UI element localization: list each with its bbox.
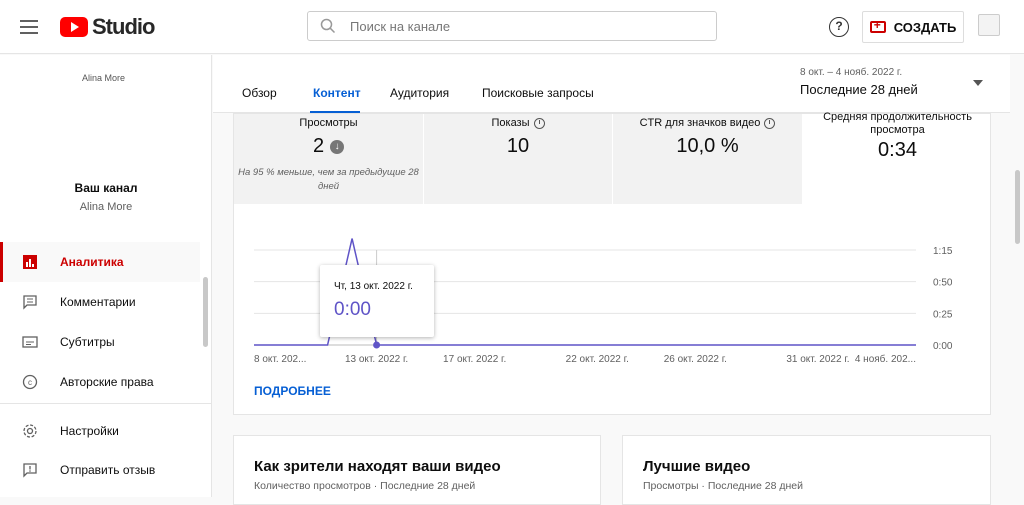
period-range[interactable]: 8 окт. – 4 нояб. 2022 г.: [800, 67, 902, 78]
metric-value: 10,0 %: [676, 135, 738, 158]
analytics-tabs: Обзор Контент Аудитория Поисковые запрос…: [213, 55, 1010, 113]
top-videos-card: Лучшие видео Просмотры · Последние 28 дн…: [622, 435, 991, 505]
metric-title: Средняя продолжительность просмотра: [817, 111, 978, 137]
studio-logo[interactable]: Studio: [60, 13, 154, 41]
sidebar-item-settings[interactable]: Настройки: [0, 411, 200, 451]
gear-icon: [21, 422, 39, 440]
help-icon[interactable]: ?: [829, 17, 849, 37]
chart-x-tick-label: 17 окт. 2022 г.: [443, 354, 506, 365]
tab-overview[interactable]: Обзор: [242, 86, 277, 100]
metric-avg-view-duration[interactable]: Средняя продолжительность просмотра 0:34: [803, 108, 992, 198]
tooltip-date: Чт, 13 окт. 2022 г.: [334, 281, 413, 292]
chart-y-tick-label: 0:00: [933, 341, 953, 352]
card-title: Как зрители находят ваши видео: [254, 458, 501, 475]
sidebar-item-subtitles[interactable]: Субтитры: [0, 322, 200, 362]
create-video-icon: [870, 21, 886, 33]
analytics-icon: [21, 253, 39, 271]
sidebar: Alina More Ваш канал Alina More Аналитик…: [0, 55, 212, 497]
copyright-icon: c: [21, 373, 39, 391]
comments-icon: [21, 293, 39, 311]
metric-title: CTR для значков видео: [640, 117, 761, 129]
metric-views[interactable]: Просмотры 2 ↓ На 95 % меньше, чем за пред…: [234, 114, 423, 204]
chart-y-tick-label: 0:25: [933, 309, 953, 320]
chart-point: [373, 342, 380, 349]
youtube-play-icon: [60, 17, 88, 37]
create-button-label: СОЗДАТЬ: [894, 20, 957, 35]
main-scrollbar[interactable]: [1015, 170, 1020, 244]
subtitles-icon: [21, 333, 39, 351]
chevron-down-icon[interactable]: [973, 80, 983, 86]
metric-value: 10: [507, 135, 529, 158]
sidebar-item-analytics[interactable]: Аналитика: [0, 242, 200, 282]
card-subtitle: Просмотры · Последние 28 дней: [643, 480, 803, 492]
search-box[interactable]: [307, 11, 717, 41]
sidebar-item-label: Настройки: [60, 424, 119, 438]
create-button[interactable]: СОЗДАТЬ: [862, 11, 964, 43]
sidebar-divider: [0, 403, 211, 404]
chart-x-tick-label: 4 нояб. 202...: [855, 353, 916, 365]
top-bar: Studio ? СОЗДАТЬ: [0, 0, 1024, 54]
tooltip-value: 0:00: [334, 299, 371, 321]
feedback-icon: [21, 461, 39, 479]
card-title: Лучшие видео: [643, 458, 750, 475]
sidebar-item-label: Авторские права: [60, 375, 154, 389]
avatar[interactable]: [978, 14, 1000, 36]
card-subtitle: Количество просмотров · Последние 28 дне…: [254, 480, 475, 492]
sidebar-scrollbar[interactable]: [203, 277, 208, 347]
metric-value: 0:34: [878, 139, 917, 162]
period-label[interactable]: Последние 28 дней: [800, 82, 918, 97]
channel-name: Alina More: [0, 201, 212, 213]
sidebar-item-label: Аналитика: [60, 255, 124, 269]
chart-y-tick-label: 0:50: [933, 278, 953, 289]
metric-ctr[interactable]: CTR для значков видео 10,0 %: [613, 114, 802, 204]
chart-tooltip: Чт, 13 окт. 2022 г. 0:00: [320, 265, 434, 337]
chart-x-tick-label: 26 окт. 2022 г.: [664, 354, 727, 365]
tab-audience[interactable]: Аудитория: [390, 86, 449, 100]
search-input[interactable]: [350, 19, 680, 34]
clock-icon: [764, 118, 775, 129]
chart-x-tick-label: 13 окт. 2022 г.: [345, 354, 408, 365]
content-overview-card: Просмотры 2 ↓ На 95 % меньше, чем за пред…: [233, 113, 991, 415]
clock-icon: [534, 118, 545, 129]
svg-text:c: c: [28, 378, 32, 387]
metric-value: 2: [313, 135, 324, 158]
chart-x-tick-label: 22 окт. 2022 г.: [566, 354, 629, 365]
arrow-down-icon: ↓: [330, 140, 344, 154]
chart-x-tick-label: 31 окт. 2022 г.: [786, 354, 849, 365]
logo-text: Studio: [92, 14, 154, 40]
menu-icon[interactable]: [18, 16, 40, 38]
metric-note: На 95 % меньше, чем за предыдущие 28 дне…: [234, 166, 423, 194]
tab-content[interactable]: Контент: [313, 86, 361, 100]
metric-impressions[interactable]: Показы 10: [424, 114, 612, 204]
sidebar-item-label: Субтитры: [60, 335, 115, 349]
sidebar-item-copyright[interactable]: c Авторские права: [0, 362, 200, 402]
chart-x-tick-label: 8 окт. 202...: [254, 354, 306, 365]
sidebar-item-label: Комментарии: [60, 295, 136, 309]
metric-title: Показы: [491, 117, 529, 129]
sidebar-item-label: Отправить отзыв: [60, 463, 155, 477]
sidebar-item-comments[interactable]: Комментарии: [0, 282, 200, 322]
channel-avatar[interactable]: Alina More: [82, 73, 125, 83]
traffic-sources-card: Как зрители находят ваши видео Количеств…: [233, 435, 601, 505]
tab-search-queries[interactable]: Поисковые запросы: [482, 86, 594, 100]
sidebar-item-feedback[interactable]: Отправить отзыв: [0, 450, 200, 490]
metric-title: Просмотры: [299, 117, 357, 129]
channel-title: Ваш канал: [0, 181, 212, 195]
more-details-link[interactable]: ПОДРОБНЕЕ: [254, 384, 331, 398]
search-icon: [320, 18, 336, 34]
chart-y-tick-label: 1:15: [933, 246, 953, 257]
